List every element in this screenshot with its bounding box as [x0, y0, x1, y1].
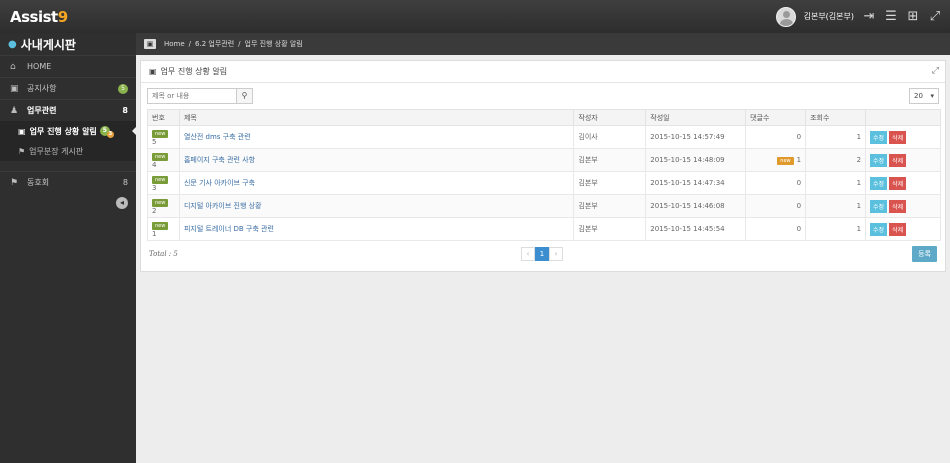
search-icon: ⚲ [241, 91, 248, 100]
pagination: ‹ 1 › [521, 247, 563, 261]
table-row[interactable]: new1 피지털 트레이너 DB 구축 관련 김본부 2015-10-15 14… [147, 217, 941, 241]
sidebar-item-notice[interactable]: ▣ 공지사항 5 [0, 77, 136, 99]
breadcrumb-home[interactable]: Home [164, 40, 185, 48]
col-number[interactable]: 번호 [147, 109, 180, 126]
grid-icon[interactable]: ⊞ [906, 9, 920, 24]
col-views[interactable]: 조회수 [805, 109, 867, 126]
logout-icon[interactable]: ⇥ [862, 9, 876, 24]
avatar[interactable] [775, 6, 796, 27]
col-date[interactable]: 작성일 [645, 109, 747, 126]
new-tag: new [152, 152, 169, 161]
expand-icon[interactable]: ⤢ [932, 66, 939, 76]
calendar-icon: ▣ [18, 126, 26, 136]
post-table: 번호 제목 작성자 작성일 댓글수 조회수 new5 열산전 dms 구축 관련… [147, 109, 941, 241]
user-name[interactable]: 김본부(김본부) [804, 11, 854, 22]
col-comments[interactable]: 댓글수 [745, 109, 807, 126]
col-title[interactable]: 제목 [178, 109, 575, 126]
caret-down-icon: ▾ [930, 92, 934, 100]
home-icon: ⌂ [10, 61, 16, 72]
search-button[interactable]: ⚲ [237, 88, 253, 104]
edit-button[interactable]: 수정 [870, 222, 888, 236]
sidebar-title: ● 사내게시판 [8, 37, 76, 52]
new-tag: new [152, 221, 169, 230]
sidebar: ● 사내게시판 ⌂ HOME ▣ 공지사항 5 ♟ 업무관련 8 ▣ 업무 진행… [0, 33, 137, 463]
panel-title: 업무 진행 상황 알림 [160, 67, 228, 76]
delete-button[interactable]: 삭제 [889, 153, 907, 167]
sidebar-item-home[interactable]: ⌂ HOME [0, 55, 136, 77]
gallery-icon: ▣ [144, 39, 156, 49]
table-row[interactable]: new2 디지털 아카이브 진행 상황 김본부 2015-10-15 14:46… [147, 194, 941, 218]
post-title-link[interactable]: 신문 기사 아카이브 구축 [184, 179, 255, 187]
search-input[interactable] [147, 88, 237, 104]
new-tag: new [152, 198, 169, 207]
sidebar-item-club[interactable]: ⚑ 동호회 8 [0, 171, 136, 193]
edit-button[interactable]: 수정 [870, 199, 888, 213]
delete-button[interactable]: 삭제 [889, 222, 907, 236]
post-title-link[interactable]: 디지털 아카이브 진행 상황 [184, 202, 262, 210]
pager-prev[interactable]: ‹ [521, 247, 535, 261]
calendar-icon: ▣ [149, 67, 157, 76]
app-logo[interactable]: Assist 9 [0, 0, 136, 33]
breadcrumb-current: 업무 진행 상황 알림 [244, 40, 303, 48]
board-panel: ▣ 업무 진행 상황 알림 ⤢ ⚲ 20 ▾ 번호 제목 작성자 작성일 댓글수… [140, 60, 946, 272]
work-count: 8 [122, 106, 128, 115]
col-actions [865, 109, 941, 126]
notice-count-badge: 5 [118, 83, 128, 94]
fullscreen-icon[interactable]: ⤢ [928, 9, 942, 24]
post-title-link[interactable]: 열산전 dms 구축 관련 [184, 133, 251, 141]
post-title-link[interactable]: 피지털 트레이너 DB 구축 관련 [184, 225, 274, 233]
calendar-icon: ▣ [10, 83, 19, 94]
sidebar-collapse-button[interactable]: ◂ [116, 197, 128, 209]
table-row[interactable]: new5 열산전 dms 구축 관련 김이사 2015-10-15 14:57:… [147, 125, 941, 149]
register-button[interactable]: 등록 [912, 246, 937, 262]
edit-button[interactable]: 수정 [870, 176, 888, 190]
flag-icon: ⚑ [18, 146, 26, 156]
chat-icon: ● [8, 38, 17, 50]
progress-new-badge: 3 [106, 131, 114, 138]
table-footer: Total : 5 ‹ 1 › 등록 [141, 241, 945, 267]
panel-header: ▣ 업무 진행 상황 알림 ⤢ [141, 61, 945, 83]
breadcrumb: ▣ Home / 6.2 업무관련 / 업무 진행 상황 알림 [136, 33, 950, 55]
new-comment-tag: new [777, 156, 794, 165]
post-title-link[interactable]: 홈페이지 구축 관련 사항 [184, 156, 255, 164]
delete-button[interactable]: 삭제 [889, 176, 907, 190]
breadcrumb-level1[interactable]: 6.2 업무관련 [195, 39, 234, 49]
table-row[interactable]: new3 신문 기사 아카이브 구축 김본부 2015-10-15 14:47:… [147, 171, 941, 195]
top-bar: Assist 9 김본부(김본부) ⇥ ☰ ⊞ ⤢ [0, 0, 950, 33]
new-tag: new [152, 129, 169, 138]
active-caret [132, 126, 137, 136]
col-author[interactable]: 작성자 [573, 109, 647, 126]
table-row[interactable]: new4 홈페이지 구축 관련 사항 김본부 2015-10-15 14:48:… [147, 148, 941, 172]
users-icon: ♟ [10, 105, 19, 116]
total-count: Total : 5 [149, 250, 178, 258]
menu-icon[interactable]: ☰ [884, 9, 898, 24]
sidebar-subitem-progress[interactable]: ▣ 업무 진행 상황 알림 5 3 [0, 121, 137, 141]
sidebar-item-work[interactable]: ♟ 업무관련 8 [0, 99, 136, 121]
edit-button[interactable]: 수정 [870, 130, 888, 144]
delete-button[interactable]: 삭제 [889, 199, 907, 213]
page-size-select[interactable]: 20 ▾ [909, 88, 939, 104]
pager-page-1[interactable]: 1 [535, 247, 549, 261]
sidebar-subitem-assignment[interactable]: ⚑ 업무분장 게시판 [0, 141, 136, 161]
delete-button[interactable]: 삭제 [889, 130, 907, 144]
flag-icon: ⚑ [10, 177, 19, 188]
new-tag: new [152, 175, 169, 184]
pager-next[interactable]: › [549, 247, 563, 261]
edit-button[interactable]: 수정 [870, 153, 888, 167]
toolbar: ⚲ 20 ▾ [141, 83, 945, 109]
club-count: 8 [122, 178, 128, 187]
